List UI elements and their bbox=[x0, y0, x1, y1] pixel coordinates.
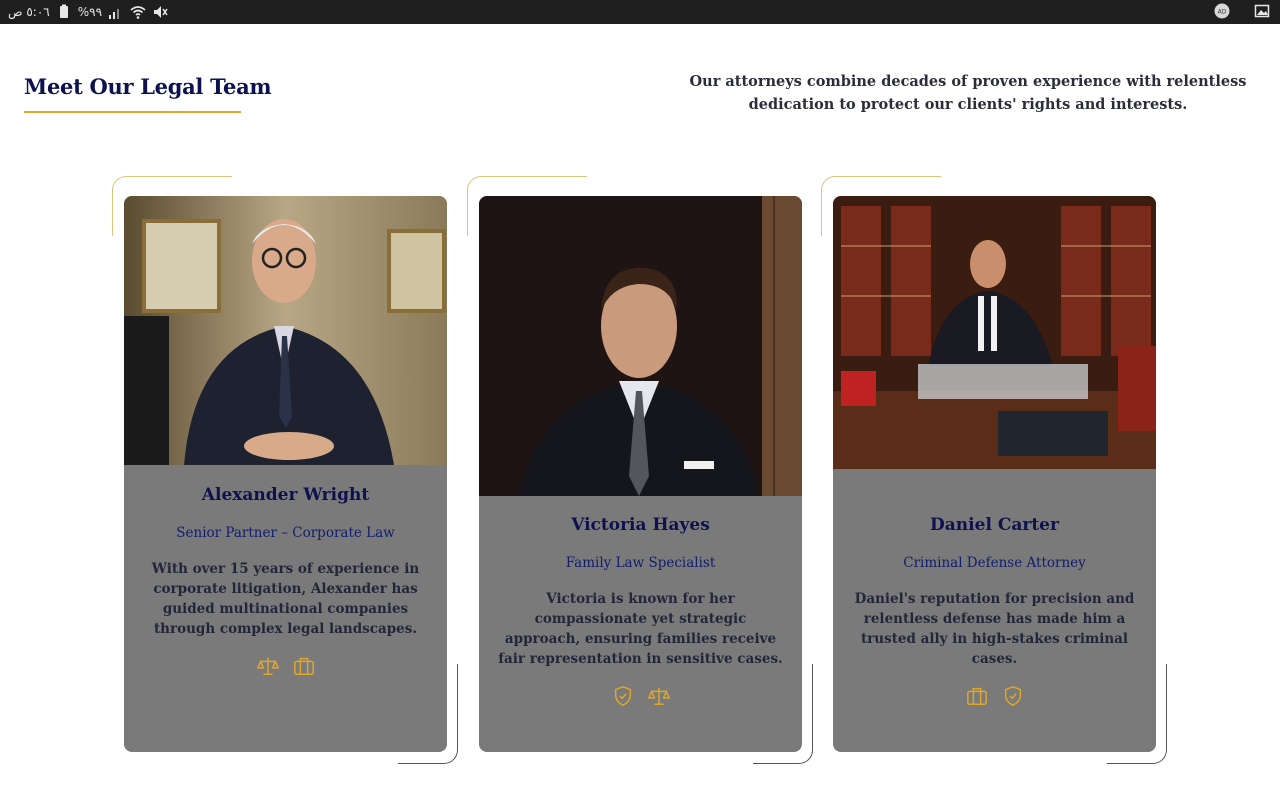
briefcase-icon[interactable] bbox=[966, 685, 988, 707]
attorney-name: Daniel Carter bbox=[930, 515, 1059, 535]
team-card-daniel[interactable]: Daniel Carter Criminal Defense Attorney … bbox=[833, 196, 1156, 752]
card-body: Alexander Wright Senior Partner – Corpor… bbox=[124, 465, 447, 677]
status-right: AD bbox=[1214, 3, 1270, 19]
signal-icon bbox=[109, 9, 120, 19]
attorney-icons bbox=[124, 655, 447, 677]
shield-check-icon[interactable] bbox=[1002, 685, 1024, 707]
attorney-role: Family Law Specialist bbox=[565, 555, 716, 571]
section-description: Our attorneys combine decades of proven … bbox=[689, 73, 1247, 113]
team-card-alexander[interactable]: Alexander Wright Senior Partner – Corpor… bbox=[124, 196, 447, 752]
attorney-photo bbox=[833, 196, 1156, 469]
attorney-icons bbox=[833, 685, 1156, 707]
briefcase-icon[interactable] bbox=[293, 655, 315, 677]
team-card-victoria[interactable]: Victoria Hayes Family Law Specialist Vic… bbox=[479, 196, 802, 752]
scales-icon[interactable] bbox=[256, 655, 279, 677]
team-card-wrapper-victoria: Victoria Hayes Family Law Specialist Vic… bbox=[467, 176, 813, 766]
attorney-bio: Victoria is known for her compassionate … bbox=[498, 591, 783, 667]
card-body: Victoria Hayes Family Law Specialist Vic… bbox=[479, 496, 802, 707]
attorney-icons bbox=[479, 685, 802, 707]
title-underline bbox=[24, 111, 241, 113]
attorney-name: Victoria Hayes bbox=[571, 515, 710, 535]
team-card-wrapper-daniel: Daniel Carter Criminal Defense Attorney … bbox=[821, 176, 1167, 766]
gallery-icon bbox=[1254, 4, 1270, 18]
mute-icon bbox=[154, 6, 168, 18]
attorney-role: Criminal Defense Attorney bbox=[903, 555, 1086, 571]
attorney-bio: Daniel's reputation for precision and re… bbox=[854, 591, 1135, 667]
attorney-name: Alexander Wright bbox=[201, 485, 370, 505]
ad-icon: AD bbox=[1214, 3, 1230, 19]
attorney-photo bbox=[124, 196, 447, 465]
shield-check-icon[interactable] bbox=[612, 685, 634, 707]
scales-icon[interactable] bbox=[647, 685, 670, 707]
attorney-role: Senior Partner – Corporate Law bbox=[176, 525, 395, 541]
section-title: Meet Our Legal Team bbox=[24, 74, 272, 99]
status-left: ٥:٠٦ ص %٩٩ bbox=[8, 4, 168, 20]
status-bar: ٥:٠٦ ص %٩٩ AD bbox=[0, 0, 1280, 24]
attorney-photo bbox=[479, 196, 802, 496]
status-time: ٥:٠٦ ص bbox=[8, 5, 50, 19]
attorney-bio: With over 15 years of experience in corp… bbox=[151, 561, 420, 637]
wifi-icon bbox=[130, 6, 146, 19]
card-body: Daniel Carter Criminal Defense Attorney … bbox=[833, 469, 1156, 707]
team-card-wrapper-alexander: Alexander Wright Senior Partner – Corpor… bbox=[112, 176, 458, 766]
status-battery: %٩٩ bbox=[77, 5, 103, 19]
battery-icon bbox=[59, 4, 68, 18]
ad-icon-label: AD bbox=[1218, 9, 1227, 16]
